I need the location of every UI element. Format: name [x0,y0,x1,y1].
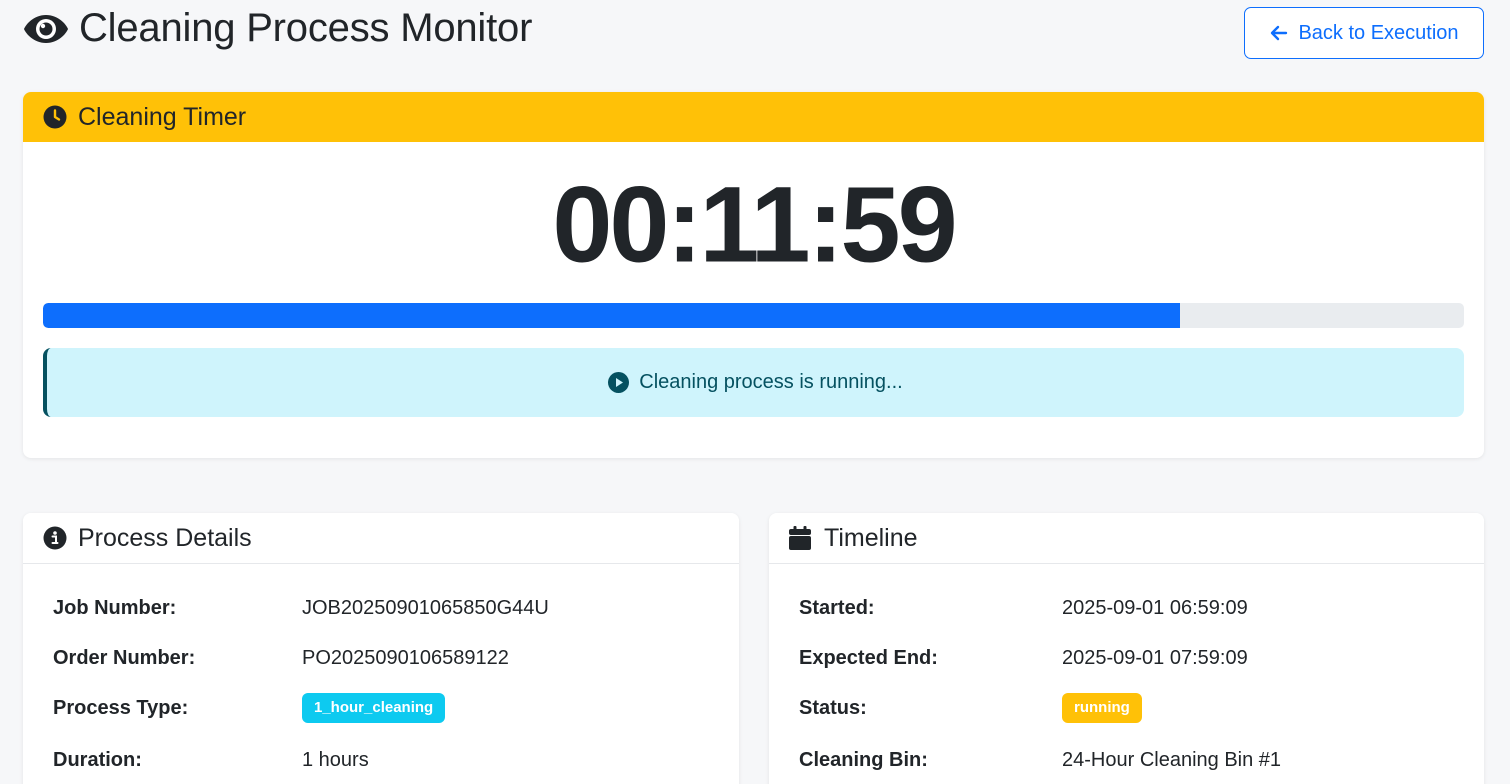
cleaning-timer-card: Cleaning Timer 00:11:59 Cleaning process… [23,92,1484,458]
timeline-row-cleaning-bin: Cleaning Bin: 24-Hour Cleaning Bin #1 [799,745,1464,775]
process-details-title: Process Details [78,523,252,552]
back-to-execution-button[interactable]: Back to Execution [1244,7,1484,59]
duration-value: 1 hours [302,748,369,771]
info-circle-icon [43,526,68,551]
calendar-icon [789,526,814,551]
back-button-label: Back to Execution [1298,21,1459,44]
timeline-row-status: Status: running [799,693,1464,723]
page-title-text: Cleaning Process Monitor [79,6,533,50]
detail-row-process-type: Process Type: 1_hour_cleaning [53,693,719,723]
arrow-left-icon [1269,23,1289,43]
page-title: Cleaning Process Monitor [23,6,532,51]
status-label: Status: [799,696,867,719]
process-type-badge: 1_hour_cleaning [302,693,446,723]
detail-row-job-number: Job Number: JOB20250901065850G44U [53,593,719,623]
status-badge: running [1062,693,1142,723]
page-header: Cleaning Process Monitor Back to Executi… [23,0,1484,70]
timeline-card: Timeline Started: 2025-09-01 06:59:09 Ex… [769,513,1484,784]
timer-progress-fill [43,303,1180,328]
timer-card-title: Cleaning Timer [78,102,247,131]
started-value: 2025-09-01 06:59:09 [1062,596,1248,619]
play-circle-icon [608,372,630,394]
detail-row-order-number: Order Number: PO2025090106589122 [53,643,719,673]
status-alert: Cleaning process is running... [43,348,1464,417]
process-details-card: Process Details Job Number: JOB202509010… [23,513,739,784]
eye-icon [23,9,69,49]
duration-label: Duration: [53,748,142,771]
timer-card-header: Cleaning Timer [23,92,1484,142]
expected-end-label: Expected End: [799,646,938,669]
expected-end-value: 2025-09-01 07:59:09 [1062,646,1248,669]
detail-row-duration: Duration: 1 hours [53,745,719,775]
status-alert-text: Cleaning process is running... [639,371,903,393]
process-type-label: Process Type: [53,696,189,719]
order-number-label: Order Number: [53,646,196,669]
timeline-title: Timeline [824,523,918,552]
process-details-header: Process Details [23,513,739,564]
started-label: Started: [799,596,875,619]
timer-display: 00:11:59 [552,163,957,285]
order-number-value: PO2025090106589122 [302,646,509,669]
cleaning-bin-label: Cleaning Bin: [799,748,928,771]
clock-icon [43,105,68,130]
timeline-row-expected-end: Expected End: 2025-09-01 07:59:09 [799,643,1464,673]
timeline-row-started: Started: 2025-09-01 06:59:09 [799,593,1464,623]
timer-progress-bar [43,303,1464,328]
cleaning-bin-value: 24-Hour Cleaning Bin #1 [1062,748,1282,771]
timeline-header: Timeline [769,513,1484,564]
process-type-value: 1_hour_cleaning [302,693,446,723]
job-number-label: Job Number: [53,596,177,619]
status-value: running [1062,693,1142,723]
job-number-value: JOB20250901065850G44U [302,596,549,619]
